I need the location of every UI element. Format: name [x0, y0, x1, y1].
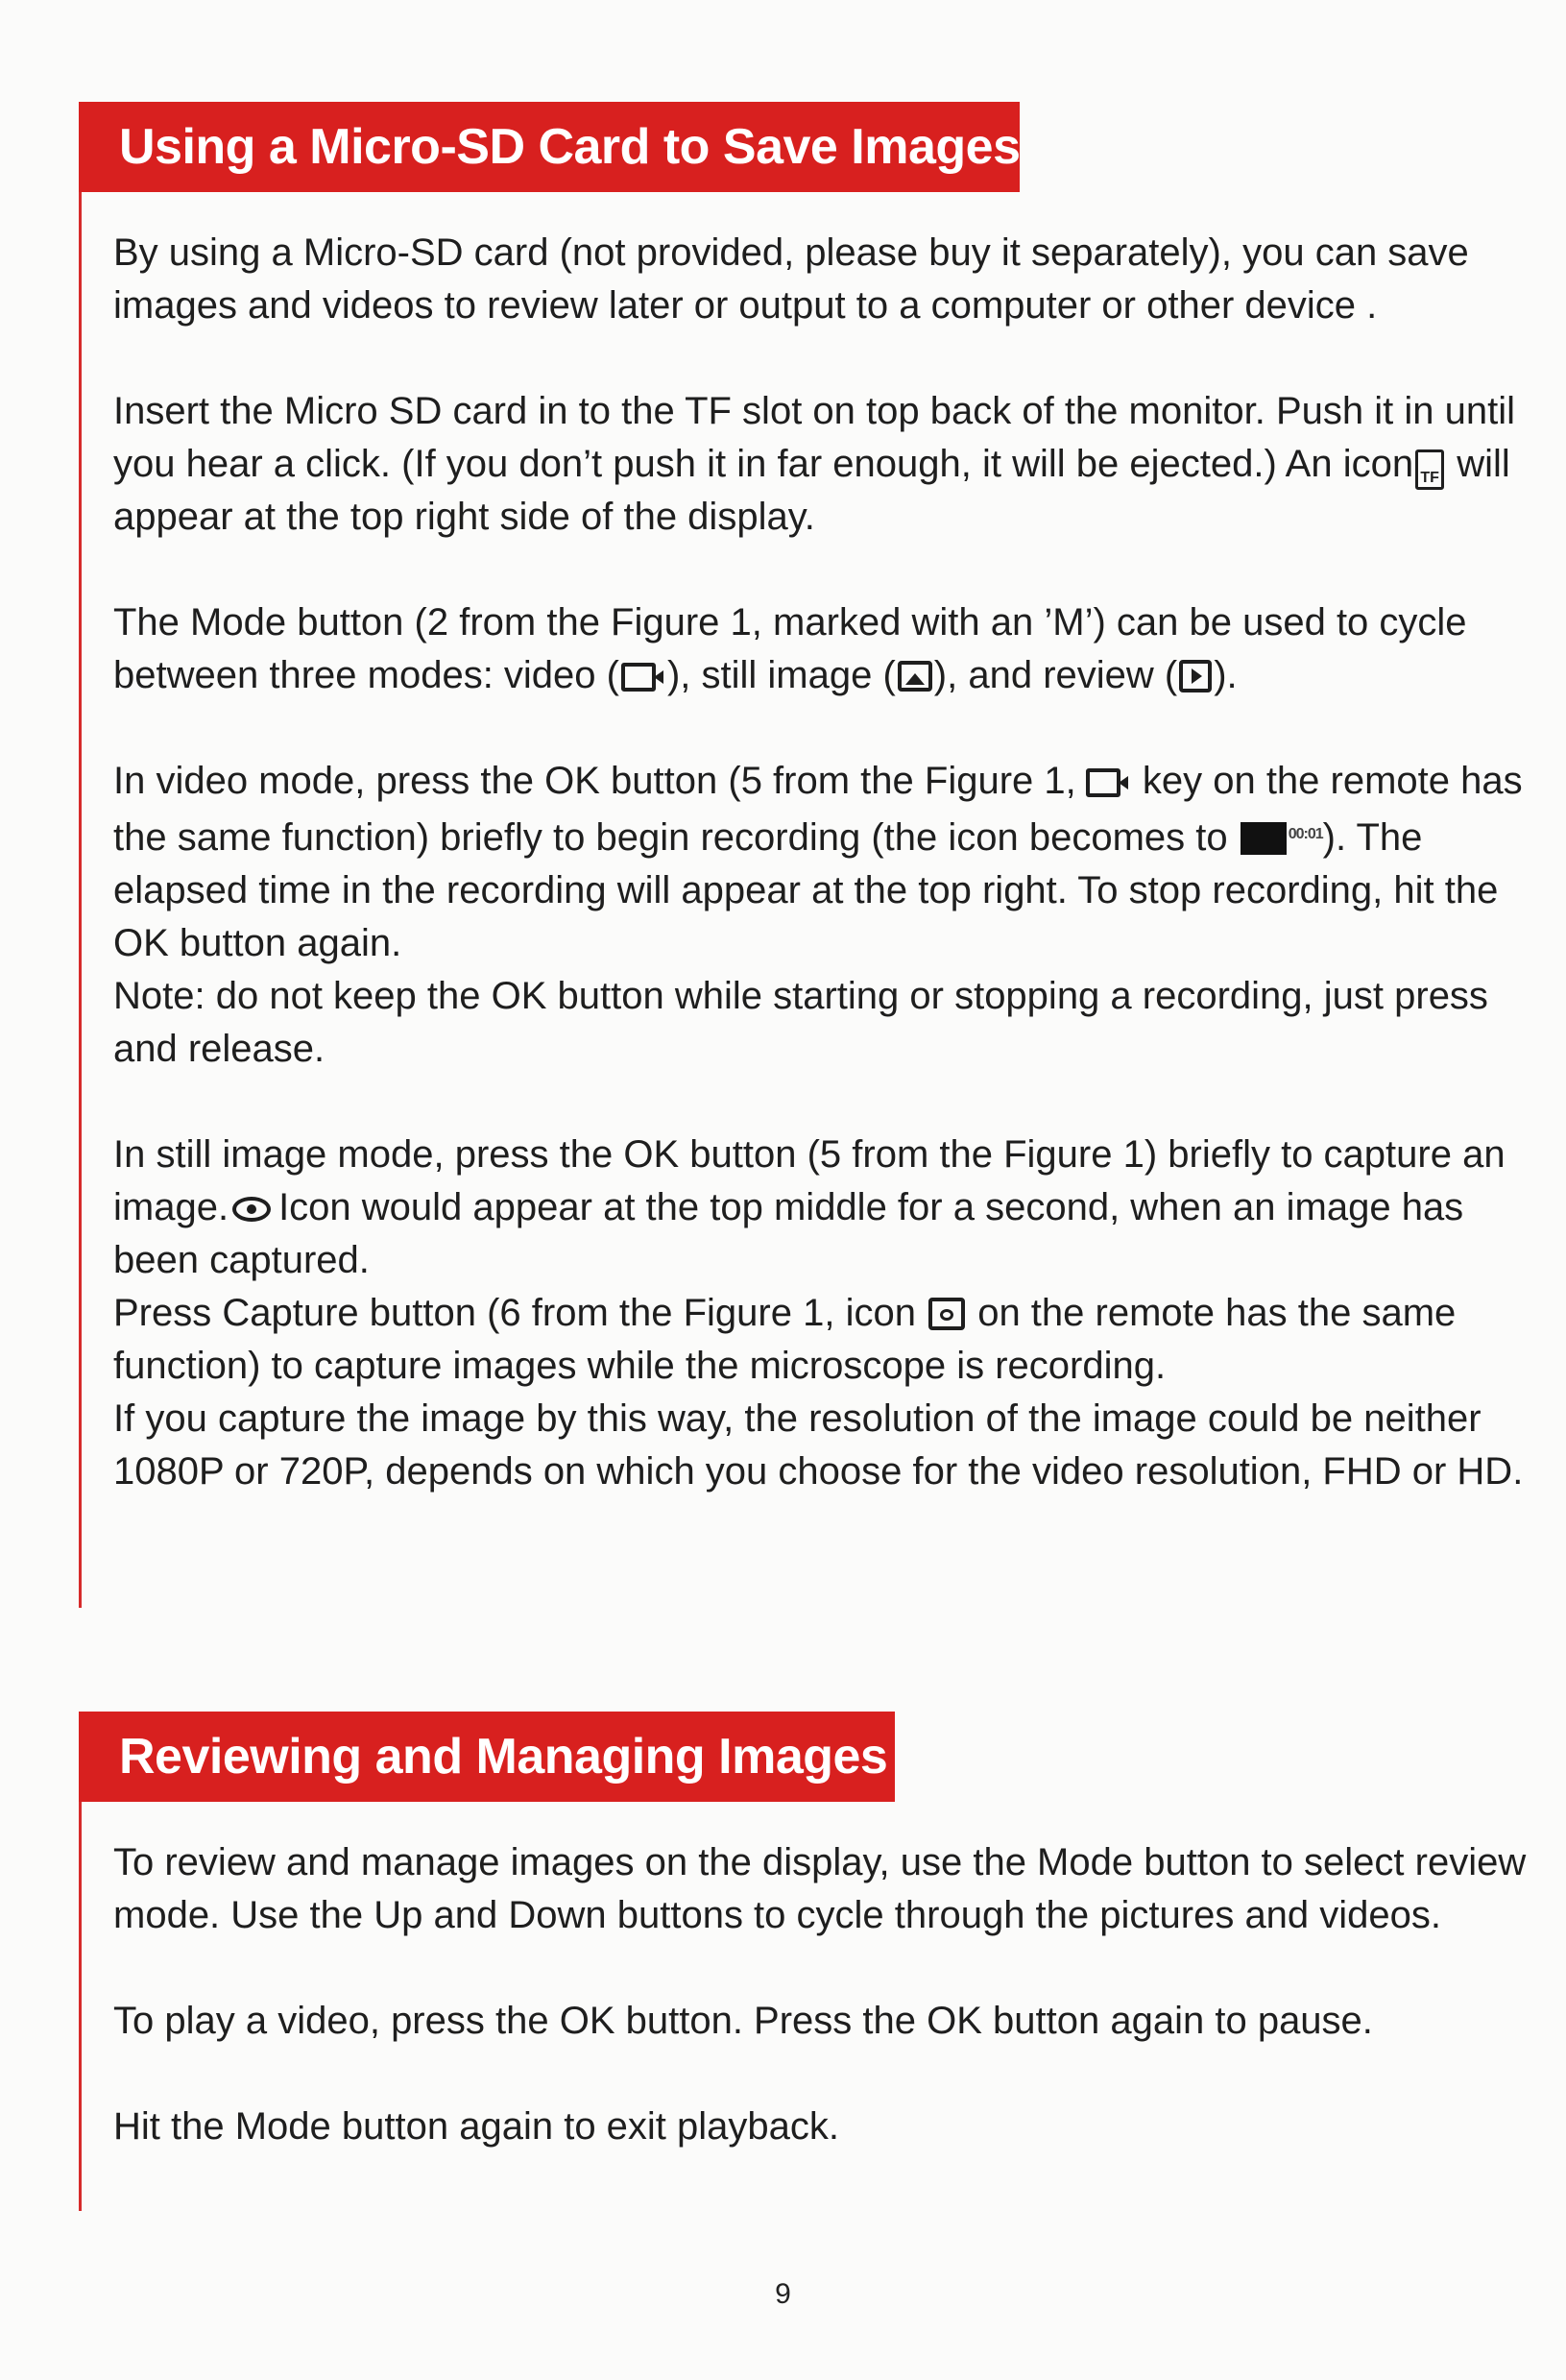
paragraph: In video mode, press the OK button (5 fr… — [113, 760, 1523, 964]
section-title: Using a Micro-SD Card to Save Images — [79, 102, 1021, 192]
paragraph: To review and manage images on the displ… — [113, 1841, 1527, 1936]
recording-indicator-icon — [1240, 822, 1287, 855]
paragraph: Insert the Micro SD card in to the TF sl… — [113, 390, 1515, 538]
paragraph: Hit the Mode button again to exit playba… — [113, 2105, 840, 2148]
play-icon — [1179, 660, 1213, 692]
section-body: By using a Micro-SD card (not provided, … — [113, 227, 1554, 1498]
camera-capture-icon — [928, 1298, 966, 1330]
page-number: 9 — [775, 2278, 791, 2310]
paragraph: If you capture the image by this way, th… — [113, 1397, 1524, 1493]
section-title: Reviewing and Managing Images — [79, 1712, 895, 1802]
paragraph: To play a video, press the OK button. Pr… — [113, 2000, 1373, 2042]
picture-icon — [897, 661, 932, 692]
section-rule — [79, 102, 82, 1608]
paragraph: In still image mode, press the OK button… — [113, 1133, 1506, 1281]
tf-card-icon: TF — [1415, 449, 1445, 490]
video-camera-icon — [620, 663, 663, 692]
section-body: To review and manage images on the displ… — [113, 1836, 1554, 2153]
eye-icon — [232, 1197, 272, 1222]
paragraph: The Mode button (2 from the Figure 1, ma… — [113, 601, 1467, 696]
paragraph: Press Capture button (6 from the Figure … — [113, 1292, 1457, 1387]
paragraph: By using a Micro-SD card (not provided, … — [113, 231, 1469, 327]
recording-time: 00:01 — [1288, 826, 1324, 842]
note: Note: do not keep the OK button while st… — [113, 975, 1488, 1070]
video-camera-icon — [1085, 768, 1128, 797]
